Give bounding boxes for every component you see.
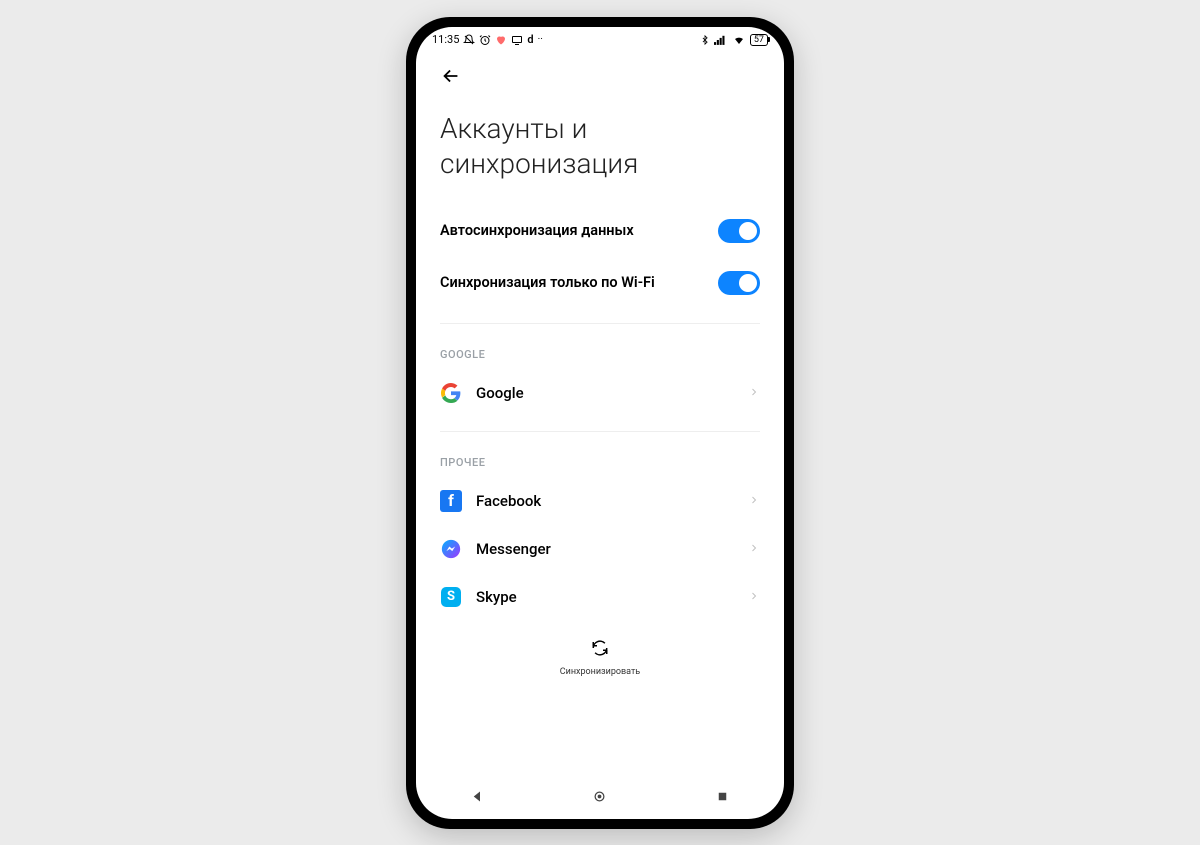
sync-button[interactable]: Синхронизировать — [440, 621, 760, 686]
google-account-label: Google — [476, 384, 734, 402]
google-account-row[interactable]: Google — [440, 369, 760, 417]
more-icon: ·· — [538, 34, 543, 45]
heart-icon — [495, 34, 507, 46]
cast-icon — [511, 34, 523, 46]
wifi-only-row[interactable]: Синхронизация только по Wi-Fi — [440, 257, 760, 309]
arrow-left-icon — [440, 65, 462, 87]
battery-icon: 57 — [750, 34, 768, 46]
content-area: Аккаунты и синхронизация Автосинхронизац… — [416, 53, 784, 779]
sync-button-label: Синхронизировать — [555, 667, 645, 678]
wifi-only-toggle[interactable] — [718, 271, 760, 295]
bluetooth-icon — [700, 34, 710, 46]
status-bar: 11:35 d ·· — [416, 27, 784, 53]
google-section-header: GOOGLE — [440, 334, 760, 369]
messenger-account-row[interactable]: Messenger — [440, 525, 760, 573]
autosync-toggle[interactable] — [718, 219, 760, 243]
divider — [440, 431, 760, 432]
chevron-right-icon — [748, 539, 760, 558]
other-section-header: ПРОЧЕЕ — [440, 442, 760, 477]
google-icon — [440, 382, 462, 404]
facebook-account-label: Facebook — [476, 492, 734, 510]
nav-recent-button[interactable] — [715, 789, 730, 808]
skype-account-label: Skype — [476, 588, 734, 606]
signal-icon — [714, 34, 728, 46]
nav-home-button[interactable] — [592, 789, 607, 808]
facebook-account-row[interactable]: f Facebook — [440, 477, 760, 525]
status-left: 11:35 d ·· — [432, 33, 543, 46]
skype-icon: S — [440, 586, 462, 608]
battery-level: 57 — [754, 35, 764, 45]
nav-back-button[interactable] — [470, 789, 485, 808]
nav-bar — [416, 779, 784, 819]
divider — [440, 323, 760, 324]
messenger-icon — [440, 538, 462, 560]
back-button[interactable] — [440, 53, 760, 97]
d-icon: d — [527, 33, 533, 46]
sync-icon — [591, 639, 609, 657]
chevron-right-icon — [748, 587, 760, 606]
status-time: 11:35 — [432, 33, 459, 46]
chevron-right-icon — [748, 491, 760, 510]
chevron-right-icon — [748, 383, 760, 402]
page-title: Аккаунты и синхронизация — [440, 97, 760, 205]
alarm-icon — [479, 34, 491, 46]
skype-account-row[interactable]: S Skype — [440, 573, 760, 621]
dnd-icon — [463, 34, 475, 46]
messenger-account-label: Messenger — [476, 540, 734, 558]
phone-screen: 11:35 d ·· — [416, 27, 784, 819]
phone-frame: 11:35 d ·· — [406, 17, 794, 829]
wifi-only-label: Синхронизация только по Wi-Fi — [440, 274, 718, 291]
status-right: 57 — [700, 34, 768, 46]
autosync-label: Автосинхронизация данных — [440, 222, 718, 239]
autosync-row[interactable]: Автосинхронизация данных — [440, 205, 760, 257]
wifi-icon — [732, 34, 746, 46]
facebook-icon: f — [440, 490, 462, 512]
